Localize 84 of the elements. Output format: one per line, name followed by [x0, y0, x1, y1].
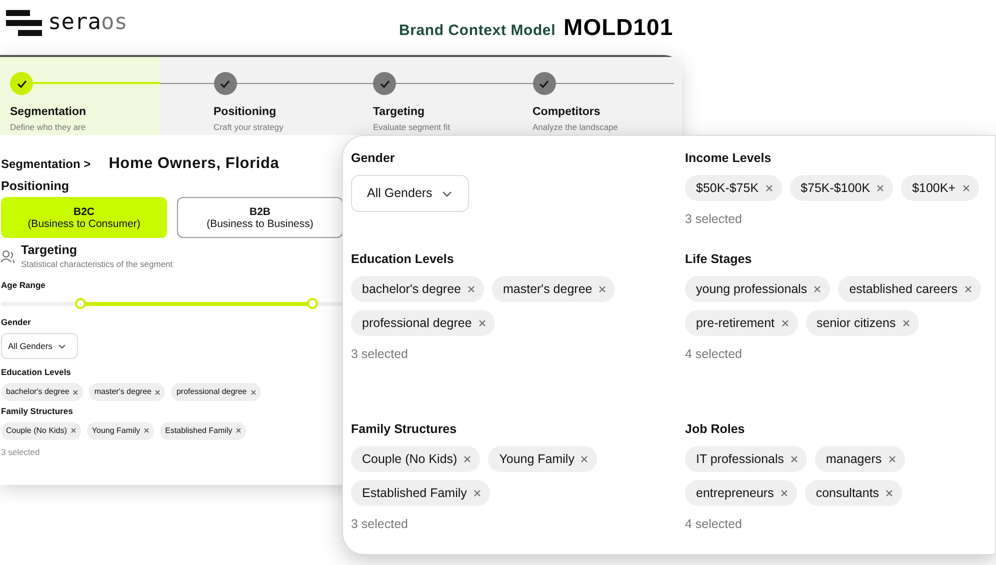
- field-label: Family Structures: [1, 405, 73, 418]
- section-label: Job Roles: [685, 421, 745, 437]
- filter-chip[interactable]: Established Family: [351, 480, 490, 506]
- filter-chip[interactable]: Established Family: [160, 422, 246, 440]
- filter-chip[interactable]: Young Family: [86, 422, 154, 440]
- targeting-subtitle: Statistical characteristics of the segment: [21, 258, 173, 271]
- gender-dropdown[interactable]: All Genders: [351, 175, 469, 212]
- step-tab[interactable]: Competitors Analyze the landscape: [522, 57, 682, 135]
- close-icon: [478, 320, 486, 326]
- filter-chip[interactable]: bachelor's degree: [351, 276, 484, 302]
- step-tab[interactable]: Segmentation Define who they are: [0, 57, 160, 135]
- close-icon: [902, 320, 910, 326]
- chevron-down-icon: [442, 190, 452, 196]
- filter-chip[interactable]: master's degree: [492, 276, 616, 302]
- close-icon: [236, 428, 242, 434]
- chevron-down-icon: [58, 344, 66, 349]
- close-icon: [464, 456, 472, 462]
- filter-chip[interactable]: bachelor's degree: [1, 383, 84, 401]
- close-icon: [962, 184, 970, 192]
- field-label: Gender: [1, 316, 31, 328]
- selection-count: 3 selected: [351, 516, 408, 533]
- positioning-option[interactable]: B2B (Business to Business): [177, 197, 343, 238]
- field-label: Education Levels: [1, 366, 71, 379]
- selection-count: 3 selected: [351, 346, 408, 363]
- logo-text: seraos: [48, 12, 128, 34]
- close-icon: [814, 286, 822, 292]
- section-label: Gender: [351, 150, 395, 166]
- close-icon: [70, 428, 76, 434]
- segment-title: Home Owners, Florida: [108, 154, 280, 174]
- section-label: Life Stages: [685, 251, 752, 267]
- selection-count: 4 selected: [685, 346, 742, 363]
- filter-chip[interactable]: professional degree: [351, 310, 495, 336]
- close-icon: [468, 286, 475, 292]
- close-icon: [250, 390, 256, 394]
- people-icon: [1, 249, 15, 264]
- breadcrumb-link[interactable]: Segmentation >: [1, 155, 91, 173]
- filter-chip[interactable]: young professionals: [685, 276, 830, 302]
- step-tab[interactable]: Targeting Evaluate segment fit: [363, 57, 522, 135]
- section-label: Education Levels: [351, 251, 454, 267]
- close-icon: [581, 456, 588, 462]
- close-icon: [791, 456, 798, 462]
- range-thumb[interactable]: [306, 298, 318, 308]
- filter-chip[interactable]: $75K-$100K: [790, 175, 894, 201]
- field-label: Age Range: [1, 278, 46, 292]
- filter-chip[interactable]: master's degree: [89, 383, 166, 401]
- filter-chip[interactable]: $100K+: [901, 175, 979, 201]
- close-icon: [964, 286, 972, 292]
- selection-count: 3 selected: [1, 446, 40, 458]
- close-icon: [888, 456, 896, 462]
- close-icon: [155, 390, 160, 394]
- filter-chip[interactable]: pre-retirement: [685, 310, 798, 336]
- filter-chip[interactable]: managers: [815, 446, 905, 472]
- close-icon: [144, 428, 150, 434]
- step-tab[interactable]: Positioning Craft your strategy: [204, 57, 363, 135]
- close-icon: [766, 184, 773, 192]
- section-label: Family Structures: [351, 421, 457, 437]
- page-title: Brand Context Model: [399, 21, 556, 41]
- positioning-option[interactable]: B2C (Business to Consumer): [1, 197, 167, 238]
- section-label: Income Levels: [685, 150, 772, 166]
- filter-chip[interactable]: Couple (No Kids): [351, 446, 480, 472]
- filter-chip[interactable]: Couple (No Kids): [1, 422, 81, 440]
- close-icon: [886, 490, 894, 496]
- close-icon: [877, 184, 884, 192]
- selection-count: 4 selected: [685, 516, 742, 533]
- filter-chip[interactable]: $50K-$75K: [685, 175, 782, 201]
- section-label: Positioning: [1, 178, 70, 196]
- filter-chip[interactable]: professional degree: [171, 383, 261, 401]
- model-code: MOLD101: [564, 13, 674, 42]
- range-thumb[interactable]: [75, 298, 86, 308]
- filter-chip[interactable]: established careers: [838, 276, 981, 302]
- filter-chip[interactable]: IT professionals: [685, 446, 808, 472]
- targeting-title: Targeting: [21, 243, 78, 258]
- filter-chip[interactable]: senior citizens: [806, 310, 919, 336]
- filter-chip[interactable]: Young Family: [488, 446, 598, 472]
- gender-dropdown[interactable]: All Genders: [1, 333, 78, 360]
- logo-mark-icon: [6, 10, 42, 36]
- close-icon: [782, 320, 788, 326]
- close-icon: [780, 490, 788, 496]
- filter-chip[interactable]: consultants: [804, 480, 902, 506]
- close-icon: [73, 390, 78, 394]
- close-icon: [474, 490, 481, 496]
- close-icon: [599, 286, 606, 292]
- selection-count: 3 selected: [685, 211, 742, 228]
- filter-chip[interactable]: entrepreneurs: [685, 480, 797, 506]
